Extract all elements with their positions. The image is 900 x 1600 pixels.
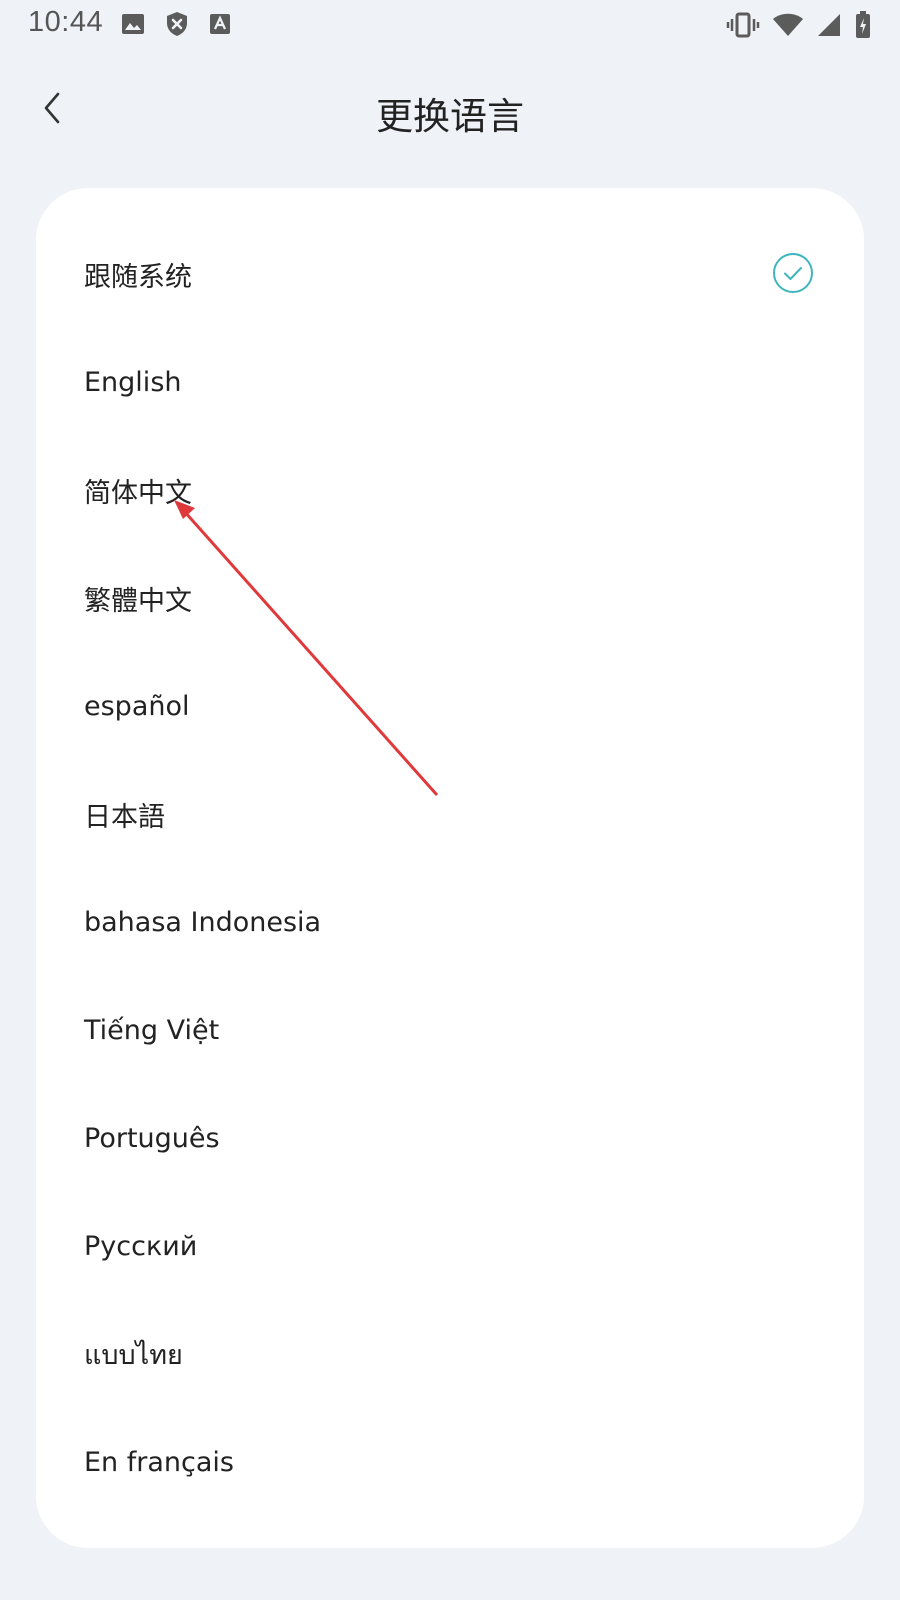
page-title: 更换语言 — [376, 95, 524, 138]
language-label: Português — [84, 1122, 220, 1154]
language-item-follow-system[interactable]: 跟随系统 — [36, 220, 864, 328]
language-item-english[interactable]: English — [36, 328, 864, 436]
status-time: 10:44 — [28, 6, 104, 38]
language-item-thai[interactable]: แบบไทย — [36, 1300, 864, 1408]
header: 更换语言 — [0, 70, 900, 146]
language-label: 繁體中文 — [84, 585, 192, 617]
language-label: 简体中文 — [84, 477, 192, 509]
language-item-japanese[interactable]: 日本語 — [36, 760, 864, 868]
language-label: español — [84, 690, 190, 722]
image-icon — [120, 11, 146, 42]
language-label: 日本語 — [84, 801, 165, 833]
language-item-spanish[interactable]: español — [36, 652, 864, 760]
status-left-icons — [120, 10, 232, 43]
language-item-indonesian[interactable]: bahasa Indonesia — [36, 868, 864, 976]
language-label: Tiếng Việt — [84, 1014, 220, 1046]
wifi-icon — [772, 11, 804, 44]
language-item-simplified-chinese[interactable]: 简体中文 — [36, 436, 864, 544]
status-right-icons — [726, 10, 872, 45]
language-label: แบบไทย — [84, 1339, 183, 1371]
language-list-card: 跟随系统 English 简体中文 繁體中文 español 日本語 bahas… — [36, 188, 864, 1548]
language-item-french[interactable]: En français — [36, 1408, 864, 1516]
battery-charging-icon — [854, 10, 872, 45]
language-list: 跟随系统 English 简体中文 繁體中文 español 日本語 bahas… — [36, 220, 864, 1516]
shield-x-icon — [164, 10, 190, 43]
text-a-icon — [208, 11, 232, 42]
language-label: 跟随系统 — [84, 261, 192, 293]
language-item-vietnamese[interactable]: Tiếng Việt — [36, 976, 864, 1084]
language-item-traditional-chinese[interactable]: 繁體中文 — [36, 544, 864, 652]
check-circle-icon — [773, 253, 813, 293]
vibrate-icon — [726, 11, 760, 44]
language-label: En français — [84, 1446, 234, 1478]
language-label: Русский — [84, 1230, 198, 1262]
language-item-portuguese[interactable]: Português — [36, 1084, 864, 1192]
language-label: bahasa Indonesia — [84, 906, 322, 938]
status-bar: 10:44 — [0, 0, 900, 50]
language-label: English — [84, 366, 182, 398]
language-item-russian[interactable]: Русский — [36, 1192, 864, 1300]
signal-icon — [816, 11, 842, 44]
